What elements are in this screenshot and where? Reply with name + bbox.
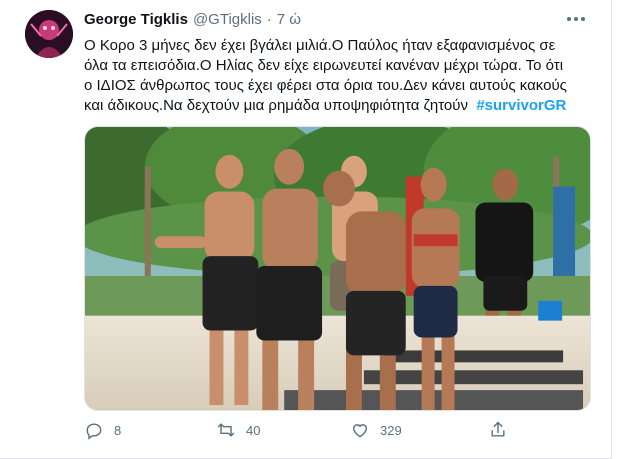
- author-handle[interactable]: @GTigklis: [193, 11, 262, 28]
- tweet-actions: 8 40 329: [84, 420, 564, 448]
- timestamp[interactable]: 7 ώ: [277, 11, 301, 28]
- reply-icon: [86, 423, 102, 440]
- like-icon: [353, 424, 367, 438]
- tweet-header: George Tigklis @GTigklis · 7 ώ: [84, 11, 301, 28]
- tweet-text-line: όλα τα επεισόδια.Ο Ηλίας δεν είχε ειρωνε…: [84, 57, 564, 74]
- author-name[interactable]: George Tigklis: [84, 11, 188, 28]
- like-button[interactable]: 329: [350, 420, 402, 440]
- avatar[interactable]: [25, 10, 73, 58]
- reply-count: 8: [114, 422, 122, 438]
- reply-button[interactable]: 8: [84, 420, 121, 440]
- like-count: 329: [380, 422, 402, 438]
- tweet-text-line: Ο Κορο 3 μήνες δεν έχει βγάλει μιλιά.Ο Π…: [84, 37, 556, 54]
- separator-dot: ·: [266, 11, 272, 28]
- retweet-icon: [217, 423, 235, 437]
- tweet-text-fragment: και άδικους.Να δεχτούν μια ρημάδα υποψηφ…: [84, 97, 468, 114]
- share-icon: [491, 421, 505, 437]
- retweet-count: 40: [246, 422, 261, 438]
- share-button[interactable]: [488, 420, 508, 440]
- tweet-photo[interactable]: [84, 126, 591, 411]
- retweet-button[interactable]: 40: [216, 420, 260, 440]
- tweet-text: Ο Κορο 3 μήνες δεν έχει βγάλει μιλιά.Ο Π…: [84, 36, 596, 116]
- tweet-text-line: και άδικους.Να δεχτούν μια ρημάδα υποψηφ…: [84, 96, 596, 116]
- hashtag-link[interactable]: #survivorGR: [476, 97, 566, 114]
- tweet-card[interactable]: George Tigklis @GTigklis · 7 ώ Ο Κορο 3 …: [0, 0, 612, 459]
- tweet-text-line: ο ΙΔΙΟΣ άνθρωπος τους έχει φέρει στα όρι…: [84, 77, 567, 94]
- more-options-icon[interactable]: [563, 8, 589, 30]
- photo-image: [85, 127, 590, 410]
- avatar-image: [25, 10, 73, 58]
